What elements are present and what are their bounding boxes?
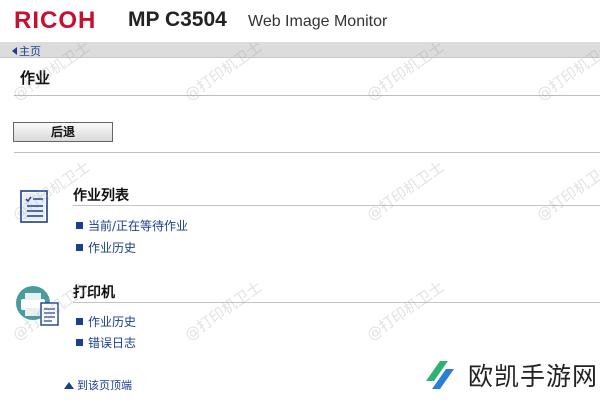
bullet-icon [76, 244, 83, 251]
bullet-icon [76, 318, 83, 325]
job-list-icon [20, 190, 50, 224]
divider [14, 152, 600, 153]
up-arrow-icon [64, 381, 74, 389]
back-arrow-icon [12, 47, 17, 55]
section-divider [73, 302, 600, 303]
link-printer-job-history[interactable]: 作业历史 [76, 313, 136, 330]
site-logo: 欧凯手游网 [418, 353, 598, 397]
model-name: MP C3504 [128, 8, 227, 31]
watermark: @打印机卫士 [363, 157, 448, 225]
watermark: @打印机卫士 [533, 157, 600, 225]
section-title-printer: 打印机 [73, 285, 115, 301]
watermark: @打印机卫士 [181, 277, 266, 345]
link-error-log[interactable]: 错误日志 [76, 334, 136, 351]
brand-logo: RICOH [14, 7, 97, 34]
app-subtitle: Web Image Monitor [248, 13, 388, 30]
site-logo-icon [419, 354, 461, 396]
printer-icon [14, 284, 62, 328]
link-label: 作业历史 [88, 241, 137, 255]
back-button[interactable]: 后退 [13, 122, 113, 142]
back-to-top-link[interactable]: 到该页顶端 [64, 377, 132, 393]
back-to-top-label: 到该页顶端 [77, 379, 132, 392]
watermark: @打印机卫士 [363, 277, 448, 345]
link-current-jobs[interactable]: 当前/正在等待作业 [76, 217, 188, 234]
nav-bar: 主页 [0, 42, 600, 58]
bullet-icon [76, 339, 83, 346]
header: RICOH MP C3504 Web Image Monitor [0, 0, 600, 42]
section-title-job-list: 作业列表 [73, 188, 129, 204]
section-divider [73, 205, 600, 206]
divider [14, 95, 600, 96]
link-job-history[interactable]: 作业历史 [76, 239, 136, 256]
page-title: 作业 [20, 69, 51, 87]
link-label: 当前/正在等待作业 [88, 219, 189, 233]
link-label: 作业历史 [88, 315, 137, 329]
home-link[interactable]: 主页 [12, 43, 41, 59]
link-label: 错误日志 [88, 336, 137, 350]
bullet-icon [76, 222, 83, 229]
site-logo-text: 欧凯手游网 [468, 362, 599, 391]
home-link-label: 主页 [19, 45, 41, 58]
